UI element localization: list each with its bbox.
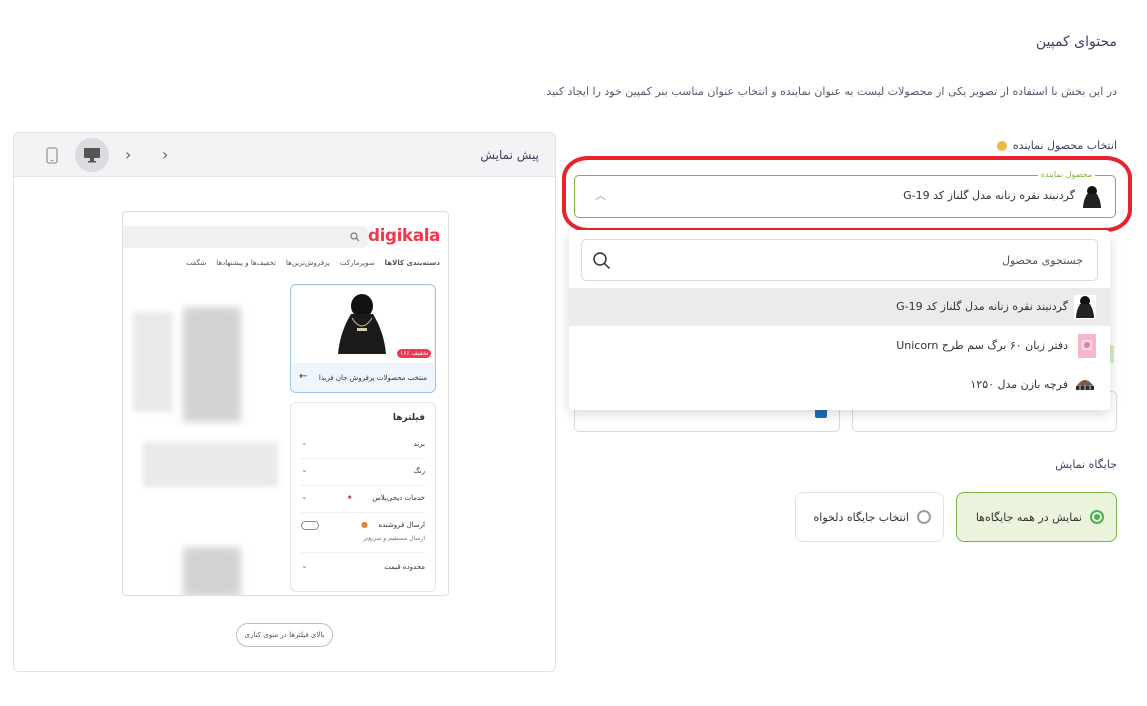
chevron-down-icon: ⌄ bbox=[301, 561, 308, 570]
desktop-view-button[interactable] bbox=[75, 138, 109, 172]
dropdown-option-label: دفتر زبان ۶۰ برگ سم طرح Unicorn bbox=[896, 339, 1068, 352]
filter-label: رنگ bbox=[413, 467, 425, 475]
product-dropdown: جستجوی محصول گردنبند نقره زنانه مدل گلنا… bbox=[569, 230, 1110, 410]
blurred-product bbox=[133, 312, 173, 412]
mock-nav-item: دسته‌بندی کالاها bbox=[384, 259, 440, 267]
mock-logo: digikala bbox=[367, 226, 441, 246]
mock-nav: دسته‌بندی کالاها سوپرمارکت پرفروش‌ترین‌ه… bbox=[186, 259, 440, 267]
mock-footer-button: بالای فیلترها در منوی کناری bbox=[236, 623, 333, 647]
placement-custom-option[interactable]: انتخاب جایگاه دلخواه bbox=[795, 492, 944, 542]
placement-title: جایگاه نمایش bbox=[1055, 458, 1117, 471]
blurred-product bbox=[183, 547, 241, 595]
dropdown-option[interactable]: دفتر زبان ۶۰ برگ سم طرح Unicorn bbox=[569, 327, 1110, 365]
mock-search-bar bbox=[123, 226, 368, 248]
product-field-label: انتخاب محصول نماینده bbox=[996, 139, 1117, 152]
arrow-left-icon: ← bbox=[299, 371, 308, 382]
blurred-product bbox=[183, 307, 241, 422]
filters-title: فیلترها bbox=[392, 413, 425, 423]
info-icon bbox=[996, 140, 1007, 151]
dropdown-option-label: گردنبند نقره زنانه مدل گلناز کد G-19 bbox=[896, 300, 1068, 313]
search-icon bbox=[593, 252, 611, 270]
mock-filters-panel: فیلترها برند ⌄ رنگ ⌄ خدمات دیجی‌پلاس ✦ ⌄ ارس… bbox=[290, 402, 436, 592]
dropdown-option-label: فرچه بازن مدل ۱۲۵۰ bbox=[970, 378, 1068, 391]
product-field-label-text: انتخاب محصول نماینده bbox=[1012, 139, 1117, 152]
placement-custom-label: انتخاب جایگاه دلخواه bbox=[813, 510, 910, 524]
digiplus-icon: ✦ bbox=[346, 493, 353, 502]
search-placeholder: جستجوی محصول bbox=[1001, 254, 1083, 267]
discount-badge: ۱۶٪ تخفیف bbox=[397, 349, 432, 358]
dropdown-option[interactable]: گردنبند نقره زنانه مدل گلناز کد G-19 bbox=[569, 288, 1110, 326]
section-title: محتوای کمپین bbox=[1035, 34, 1117, 50]
product-search-input[interactable]: جستجوی محصول bbox=[581, 239, 1098, 281]
site-mockup: digikala دسته‌بندی کالاها سوپرمارکت پرفر… bbox=[122, 211, 449, 596]
chevron-down-icon: ⌄ bbox=[301, 465, 308, 474]
preview-header: پیش نمایش › › bbox=[14, 133, 555, 177]
mock-nav-item: شگفت bbox=[186, 259, 207, 267]
brush-thumb-icon bbox=[1076, 380, 1094, 390]
filter-row: خدمات دیجی‌پلاس ✦ ⌄ bbox=[301, 486, 425, 513]
blurred-text bbox=[143, 442, 278, 487]
preview-panel: پیش نمایش › › digikala دسته‌بندی کالاها … bbox=[13, 132, 556, 672]
necklace-bust-icon bbox=[338, 294, 386, 354]
chevron-down-icon: ⌄ bbox=[301, 492, 308, 501]
mock-nav-item: سوپرمارکت bbox=[339, 259, 375, 267]
necklace-thumb-icon bbox=[1074, 295, 1096, 319]
mobile-icon bbox=[46, 146, 58, 164]
filter-row: ارسال فروشنده ● ارسال مستقیم و سریع‌تر bbox=[301, 513, 425, 553]
radio-checked-icon bbox=[1090, 510, 1104, 524]
toggle-switch bbox=[301, 521, 319, 530]
mock-nav-item: تخفیف‌ها و پیشنهادها bbox=[216, 259, 277, 267]
seller-subtext: ارسال مستقیم و سریع‌تر bbox=[363, 535, 425, 542]
seller-icon: ● bbox=[361, 520, 368, 529]
search-icon bbox=[350, 232, 360, 242]
dropdown-option[interactable]: فرچه بازن مدل ۱۲۵۰ bbox=[569, 366, 1110, 404]
filter-label: محدوده قیمت bbox=[384, 563, 425, 571]
chevron-down-icon: ⌄ bbox=[301, 438, 308, 447]
mock-card-text: منتخب محصولات پرفروش جان فریدا bbox=[318, 374, 427, 382]
filter-row: رنگ ⌄ bbox=[301, 459, 425, 486]
placement-all-option[interactable]: نمایش در همه جایگاه‌ها bbox=[956, 492, 1117, 542]
section-description: در این بخش با استفاده از تصویر یکی از مح… bbox=[546, 85, 1117, 98]
mock-promo-card: ۱۶٪ تخفیف منتخب محصولات پرفروش جان فریدا… bbox=[290, 284, 436, 393]
mobile-view-button[interactable] bbox=[35, 138, 69, 172]
desktop-icon bbox=[84, 148, 100, 163]
filter-row: محدوده قیمت ⌄ bbox=[301, 555, 425, 582]
notebook-thumb-icon bbox=[1078, 334, 1096, 358]
placement-all-label: نمایش در همه جایگاه‌ها bbox=[975, 510, 1082, 524]
filter-row: برند ⌄ bbox=[301, 432, 425, 459]
prev-arrow-icon[interactable]: › bbox=[125, 145, 131, 164]
preview-label: پیش نمایش bbox=[480, 148, 539, 162]
radio-unchecked-icon bbox=[917, 510, 931, 524]
filter-label: ارسال فروشنده bbox=[378, 521, 425, 529]
mock-nav-item: پرفروش‌ترین‌ها bbox=[286, 259, 330, 267]
highlight-annotation bbox=[562, 156, 1132, 232]
filter-label: برند bbox=[413, 440, 425, 448]
filter-label: خدمات دیجی‌پلاس bbox=[372, 494, 425, 502]
next-arrow-icon[interactable]: › bbox=[162, 145, 168, 164]
